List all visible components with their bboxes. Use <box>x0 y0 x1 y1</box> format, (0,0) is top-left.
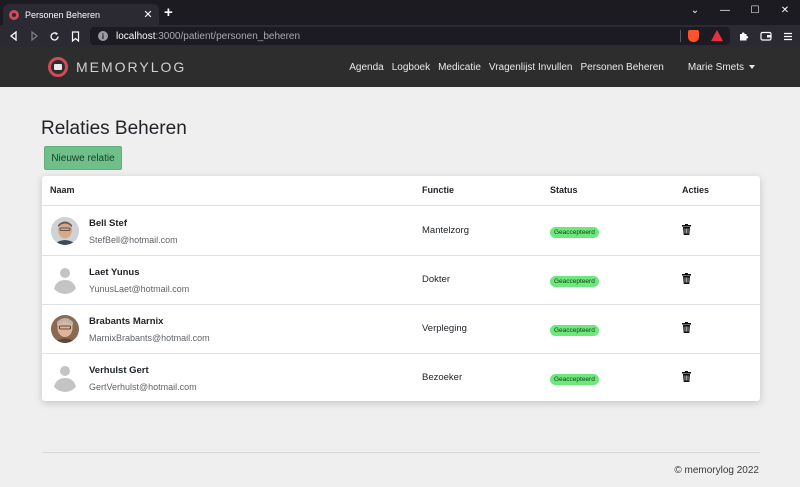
memorylog-logo[interactable]: MEMORYLOG <box>48 57 186 77</box>
tab-title: Personen Beheren <box>25 9 101 20</box>
tab-list-icon[interactable]: ⌄ <box>680 0 710 20</box>
nav-link-agenda[interactable]: Agenda <box>349 62 383 73</box>
table-header: Naam Functie Status Acties <box>42 176 760 206</box>
brave-rewards-icon[interactable] <box>711 30 723 41</box>
person-email: StefBell@hotmail.com <box>89 235 178 245</box>
browser-tabbar: Personen Beheren ✕ + ⌄ — ☐ ✕ <box>0 0 800 25</box>
memorylog-logo-icon <box>48 57 68 77</box>
brave-shields-icon[interactable] <box>688 30 699 42</box>
user-silhouette-icon <box>60 268 70 278</box>
table-row: Laet Yunus YunusLaet@hotmail.com Dokter … <box>42 256 760 305</box>
address-bar-divider <box>680 30 681 42</box>
url-path: :3000/patient/personen_beheren <box>155 30 301 42</box>
site-info-icon[interactable]: i <box>98 31 108 41</box>
logo-text: MEMORYLOG <box>76 59 187 75</box>
person-photo-icon <box>51 217 79 245</box>
nav-link-personen-beheren[interactable]: Personen Beheren <box>580 62 663 73</box>
header-acties: Acties <box>682 185 710 195</box>
trash-icon[interactable] <box>682 273 691 284</box>
person-name: Brabants Marnix <box>89 316 164 327</box>
avatar <box>51 364 79 392</box>
tab-close-icon[interactable]: ✕ <box>141 8 155 21</box>
reload-icon[interactable] <box>46 28 62 44</box>
memorylog-favicon-icon <box>9 9 19 20</box>
window-controls: ⌄ — ☐ ✕ <box>680 0 800 20</box>
minimize-icon[interactable]: — <box>710 0 740 20</box>
extensions-icon[interactable] <box>736 28 750 44</box>
app-navbar: MEMORYLOG Agenda Logboek Medicatie Vrage… <box>0 47 800 87</box>
user-silhouette-icon <box>60 366 70 376</box>
person-functie: Mantelzorg <box>422 225 469 236</box>
nav-link-vragenlijst[interactable]: Vragenlijst Invullen <box>489 62 573 73</box>
browser-tab[interactable]: Personen Beheren ✕ <box>3 4 159 25</box>
new-relation-button[interactable]: Nieuwe relatie <box>44 146 122 170</box>
chevron-down-icon <box>749 64 755 69</box>
footer-divider <box>42 452 760 453</box>
relations-table: Naam Functie Status Acties Bell Stef Ste… <box>42 176 760 401</box>
header-naam: Naam <box>50 185 75 195</box>
menu-icon[interactable] <box>781 28 795 44</box>
wallet-icon[interactable] <box>759 28 773 44</box>
forward-icon[interactable] <box>26 28 42 44</box>
status-badge: Geaccepteerd <box>550 325 599 336</box>
bookmark-icon[interactable] <box>67 28 83 44</box>
avatar <box>51 217 79 245</box>
trash-icon[interactable] <box>682 224 691 235</box>
person-functie: Dokter <box>422 274 450 285</box>
maximize-icon[interactable]: ☐ <box>740 0 770 20</box>
address-bar[interactable]: i localhost:3000/patient/personen_behere… <box>90 27 730 45</box>
status-badge: Geaccepteerd <box>550 276 599 287</box>
header-status: Status <box>550 185 578 195</box>
person-name: Bell Stef <box>89 218 128 229</box>
trash-icon[interactable] <box>682 322 691 333</box>
nav-link-medicatie[interactable]: Medicatie <box>438 62 481 73</box>
person-photo-icon <box>51 315 79 343</box>
person-name: Laet Yunus <box>89 267 140 278</box>
user-name: Marie Smets <box>687 61 744 73</box>
page-title: Relaties Beheren <box>41 118 187 139</box>
url-host: localhost <box>116 30 156 42</box>
person-email: YunusLaet@hotmail.com <box>89 284 190 294</box>
person-functie: Bezoeker <box>422 372 463 383</box>
status-badge: Geaccepteerd <box>550 227 599 238</box>
user-dropdown[interactable]: Marie Smets <box>688 62 755 73</box>
header-functie: Functie <box>422 185 455 195</box>
table-row: Verhulst Gert GertVerhulst@hotmail.com B… <box>42 354 760 403</box>
footer-copyright: © memorylog 2022 <box>674 465 759 476</box>
new-tab-button[interactable]: + <box>164 5 173 20</box>
avatar <box>51 315 79 343</box>
table-row: Brabants Marnix MarnixBrabants@hotmail.c… <box>42 305 760 354</box>
person-name: Verhulst Gert <box>89 365 149 376</box>
trash-icon[interactable] <box>682 371 691 382</box>
status-badge: Geaccepteerd <box>550 374 599 385</box>
nav-link-logboek[interactable]: Logboek <box>392 62 430 73</box>
person-functie: Verpleging <box>422 323 467 334</box>
person-email: GertVerhulst@hotmail.com <box>89 382 197 392</box>
avatar <box>51 266 79 294</box>
close-window-icon[interactable]: ✕ <box>770 0 800 20</box>
nav-links: Agenda Logboek Medicatie Vragenlijst Inv… <box>341 47 755 87</box>
person-email: MarnixBrabants@hotmail.com <box>89 333 210 343</box>
table-row: Bell Stef StefBell@hotmail.com Mantelzor… <box>42 207 760 256</box>
browser-toolbar: i localhost:3000/patient/personen_behere… <box>0 25 800 47</box>
back-icon[interactable] <box>6 28 22 44</box>
